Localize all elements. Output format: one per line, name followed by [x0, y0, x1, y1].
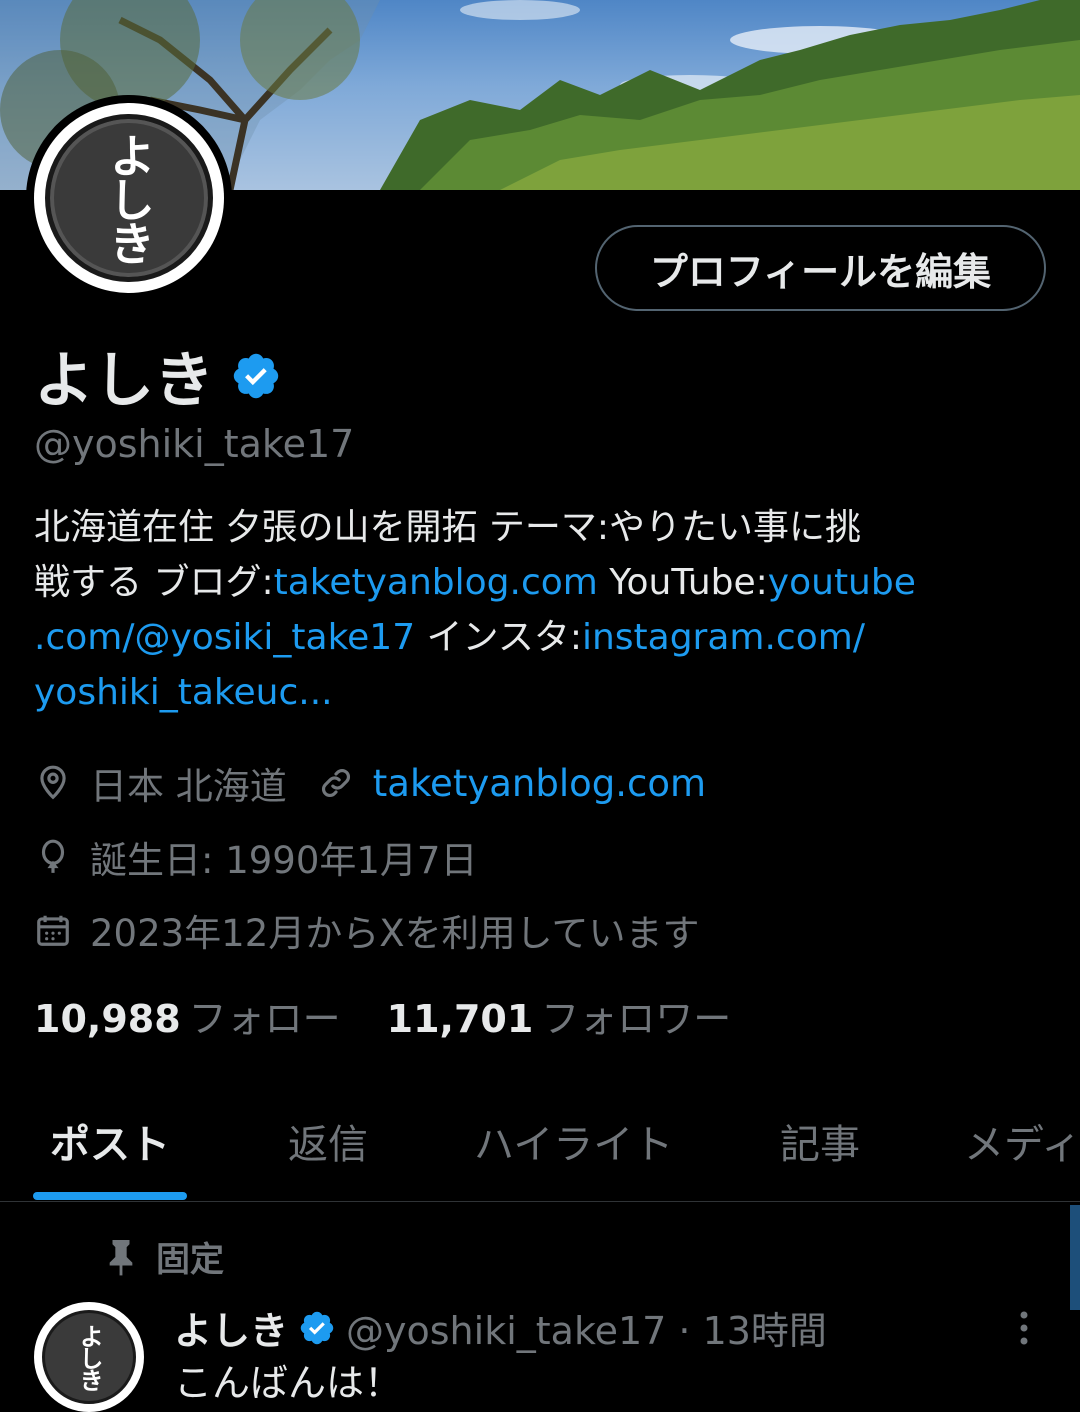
- following-label: フォロー: [188, 997, 341, 1041]
- tab-posts[interactable]: ポスト: [50, 1112, 170, 1170]
- profile-handle: @yoshiki_take17: [34, 422, 355, 466]
- scroll-indicator: [1070, 1205, 1080, 1310]
- avatar-logo-text: よしき: [75, 1324, 103, 1390]
- bio-line-1: 北海道在住 夕張の山を開拓 テーマ:やりたい事に挑: [34, 507, 862, 548]
- tab-media[interactable]: メディ: [964, 1112, 1080, 1170]
- meta-location-row: 日本 北海道 taketyanblog.com: [34, 756, 706, 810]
- verified-badge-icon: [300, 1311, 334, 1344]
- post-author-name[interactable]: よしき: [174, 1300, 288, 1355]
- birthday-text: 誕生日: 1990年1月7日: [90, 839, 478, 882]
- avatar-logo-text: よしき: [102, 132, 156, 264]
- edit-profile-button[interactable]: プロフィールを編集: [595, 225, 1046, 311]
- more-dots-icon[interactable]: [1012, 1308, 1036, 1348]
- bio-youtube-link[interactable]: youtube: [768, 562, 916, 603]
- bio-instagram-link-cont[interactable]: yoshiki_takeuc...: [34, 672, 333, 713]
- pinned-indicator: 固定: [104, 1232, 224, 1281]
- tab-highlights[interactable]: ハイライト: [474, 1112, 673, 1170]
- post-header: よしき @yoshiki_take17 · 13時間: [174, 1300, 827, 1355]
- bio-blog-link[interactable]: taketyanblog.com: [274, 562, 598, 603]
- pin-icon: [109, 1239, 133, 1275]
- location-pin-icon: [40, 765, 66, 800]
- bio-text: YouTube:: [597, 562, 768, 603]
- bio-line-3: .com/@yosiki_take17 インスタ:instagram.com/: [34, 610, 1054, 665]
- bio-text: 戦する ブログ:: [34, 562, 274, 603]
- following-link[interactable]: 10,988 フォロー: [34, 988, 341, 1043]
- link-icon: [321, 769, 350, 797]
- bio-youtube-link-cont[interactable]: .com/@yosiki_take17: [34, 617, 415, 658]
- display-name: よしき: [34, 346, 214, 416]
- joined-text: 2023年12月からXを利用しています: [90, 912, 700, 955]
- post-text: こんばんは！: [174, 1361, 403, 1405]
- website-link[interactable]: taketyanblog.com: [373, 762, 706, 805]
- meta-joined-row: 2023年12月からXを利用しています: [34, 903, 699, 957]
- post-author-meta: @yoshiki_take17 · 13時間: [346, 1309, 827, 1353]
- bio-line-4: yoshiki_takeuc...: [34, 665, 1054, 720]
- tab-articles[interactable]: 記事: [780, 1112, 860, 1170]
- pinned-label: 固定: [156, 1240, 224, 1280]
- active-tab-indicator: [33, 1192, 187, 1200]
- followers-label: フォロワー: [541, 997, 732, 1041]
- profile-name-row: よしき: [34, 332, 282, 419]
- follow-stats: 10,988 フォロー 11,701 フォロワー: [34, 988, 731, 1043]
- calendar-icon: [37, 915, 69, 946]
- post-author-avatar[interactable]: よしき: [34, 1302, 144, 1412]
- profile-bio: 北海道在住 夕張の山を開拓 テーマ:やりたい事に挑 戦する ブログ:takety…: [34, 500, 1054, 720]
- tab-replies[interactable]: 返信: [288, 1112, 368, 1170]
- followers-count: 11,701: [386, 997, 534, 1041]
- balloon-icon: [41, 839, 65, 873]
- followers-link[interactable]: 11,701 フォロワー: [387, 988, 732, 1043]
- profile-tabs: ポスト 返信 ハイライト 記事 メディ: [0, 1100, 1080, 1202]
- bio-instagram-link[interactable]: instagram.com/: [582, 617, 865, 658]
- bio-text: インスタ:: [415, 617, 582, 658]
- location-text: 日本 北海道: [90, 765, 287, 808]
- profile-avatar[interactable]: よしき: [26, 95, 232, 301]
- meta-birthday-row: 誕生日: 1990年1月7日: [34, 830, 477, 884]
- following-count: 10,988: [34, 997, 181, 1041]
- bio-line-2: 戦する ブログ:taketyanblog.com YouTube:youtube: [34, 555, 1054, 610]
- verified-badge-icon[interactable]: [230, 350, 282, 402]
